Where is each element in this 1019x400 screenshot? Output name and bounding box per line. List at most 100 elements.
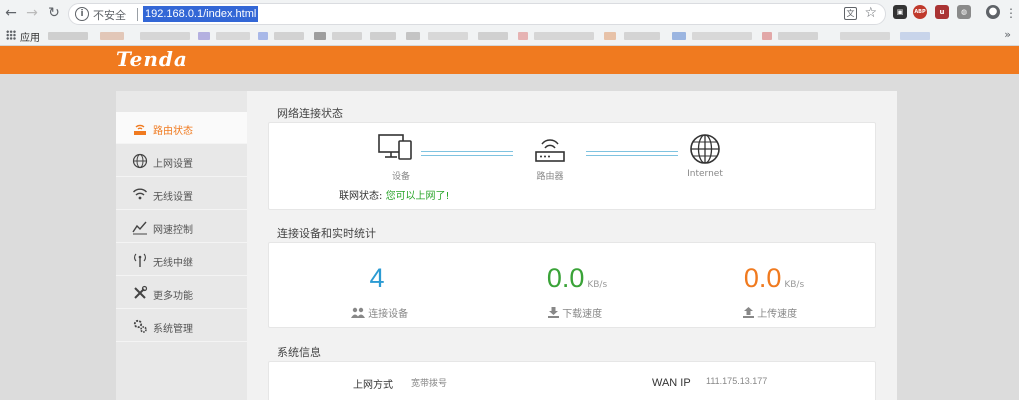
bookmark-item[interactable] [762,32,772,40]
insecure-label: 不安全 [93,9,126,22]
bookmark-item[interactable] [624,32,660,40]
apps-link[interactable]: 应用 [20,29,40,44]
connection-status-value: 您可以上网了! [385,191,450,202]
bookmarks-overflow[interactable]: » [1004,28,1011,41]
translate-icon[interactable]: 文 [844,7,857,20]
forward-icon[interactable]: → [24,5,40,21]
sidebar-item-wireless-repeater[interactable]: 无线中继 [116,244,247,276]
bookmark-item[interactable] [900,32,930,40]
download-speed-unit: KB/s [587,280,608,290]
tools-icon [132,285,148,301]
bookmark-item[interactable] [258,32,268,40]
extension-icon[interactable]: ▣ [893,5,907,19]
bookmark-item[interactable] [314,32,326,40]
bookmark-item[interactable] [672,32,686,40]
bookmarks-bar: 应用 » [0,27,1019,45]
upload-speed-label: 上传速度 [743,305,797,320]
connected-devices-text: 连接设备 [368,309,409,320]
realtime-stats-title: 连接设备和实时统计 [277,227,376,240]
router-internet-link [586,151,678,156]
download-speed-text: 下载速度 [562,309,603,320]
bookmark-item[interactable] [370,32,396,40]
connection-type-value: 宽带拨号 [411,379,448,389]
bookmark-item[interactable] [478,32,508,40]
info-icon[interactable]: i [75,7,89,21]
extension-shield-icon[interactable]: ◍ [957,5,971,19]
sidebar: 路由状态 上网设置 无线设置 网速控制 无线中继 更多功能 系统管理 [116,91,247,400]
menu-kebab-icon[interactable]: ⋮ [1003,5,1019,21]
connection-status-label: 联网状态: [339,191,383,202]
sidebar-item-label: 上网设置 [153,159,193,170]
connection-status: 联网状态: 您可以上网了! [339,187,450,202]
system-info-title: 系统信息 [277,346,321,359]
bookmark-item[interactable] [406,32,420,40]
bookmark-item[interactable] [48,32,88,40]
reload-icon[interactable]: ↻ [46,5,62,21]
bookmark-item[interactable] [274,32,304,40]
device-icon [378,133,414,166]
internet-label: Internet [687,169,723,179]
sidebar-item-label: 路由状态 [153,126,193,137]
device-label: 设备 [391,172,410,182]
router-status-icon [132,120,148,136]
sidebar-item-speed-control[interactable]: 网速控制 [116,211,247,243]
gears-icon [132,318,148,334]
system-info-card: 上网方式 宽带拨号 WAN IP 111.175.13.177 [268,361,876,400]
sidebar-item-label: 系统管理 [153,324,193,335]
upload-speed-value: 0.0 [743,263,782,293]
realtime-stats-card: 4 连接设备 0.0 KB/s 下载速度 0.0 KB/s 上传速度 [268,242,876,328]
upload-speed-stat: 0.0 KB/s [734,263,814,294]
connected-devices-count: 4 [369,263,385,293]
sidebar-item-label: 更多功能 [153,291,193,302]
sidebar-item-system-management[interactable]: 系统管理 [116,310,247,342]
sidebar-item-more-features[interactable]: 更多功能 [116,277,247,309]
url-text[interactable]: 192.168.0.1/index.html [143,6,259,22]
connected-devices-label[interactable]: 连接设备 [351,305,408,320]
address-bar[interactable]: i 不安全 192.168.0.1/index.html 文 ☆ [68,3,886,25]
bookmark-item[interactable] [534,32,594,40]
globe-icon [132,153,148,169]
ublock-icon[interactable]: u [935,5,949,19]
header-bar: Tenda [0,46,1019,74]
profile-avatar-icon[interactable]: ● [986,5,1000,19]
bookmark-item[interactable] [198,32,210,40]
sidebar-item-label: 无线中继 [153,258,193,269]
sidebar-item-router-status[interactable]: 路由状态 [116,112,247,144]
router-label: 路由器 [536,172,564,182]
wan-ip-value: 111.175.13.177 [706,376,768,386]
tenda-logo: Tenda [116,47,188,71]
bookmark-item[interactable] [428,32,468,40]
download-speed-stat: 0.0 KB/s [537,263,617,294]
upload-icon [743,307,754,318]
device-router-link [421,151,513,156]
bookmark-item[interactable] [140,32,190,40]
users-icon [351,307,365,318]
browser-chrome: ← → ↻ i 不安全 192.168.0.1/index.html 文 ☆ ▣… [0,0,1019,46]
bookmark-item[interactable] [604,32,616,40]
bookmark-item[interactable] [216,32,250,40]
network-status-title: 网络连接状态 [277,107,343,120]
download-icon [548,307,559,318]
bookmark-item[interactable] [778,32,818,40]
connection-type-label: 上网方式 [353,380,393,391]
upload-speed-unit: KB/s [784,280,805,290]
bookmark-item[interactable] [840,32,890,40]
sidebar-item-internet-settings[interactable]: 上网设置 [116,145,247,177]
internet-globe-icon [689,133,721,168]
bookmark-item[interactable] [692,32,752,40]
main-content: 网络连接状态 设备 路由器 Internet 联网状态: 您可以上网了! 连接设… [247,91,897,400]
bookmark-star-icon[interactable]: ☆ [864,5,877,21]
download-speed-value: 0.0 [546,263,585,293]
sidebar-item-wireless-settings[interactable]: 无线设置 [116,178,247,210]
sidebar-item-label: 无线设置 [153,192,193,203]
bookmark-item[interactable] [100,32,124,40]
wifi-icon [132,186,148,202]
repeater-icon [132,252,148,268]
bookmark-item[interactable] [518,32,528,40]
upload-speed-text: 上传速度 [757,309,798,320]
bookmark-item[interactable] [332,32,362,40]
adblock-icon[interactable]: ABP [913,5,927,19]
speed-chart-icon [132,219,148,235]
apps-grid-icon[interactable] [6,30,16,40]
back-icon[interactable]: ← [3,5,19,21]
